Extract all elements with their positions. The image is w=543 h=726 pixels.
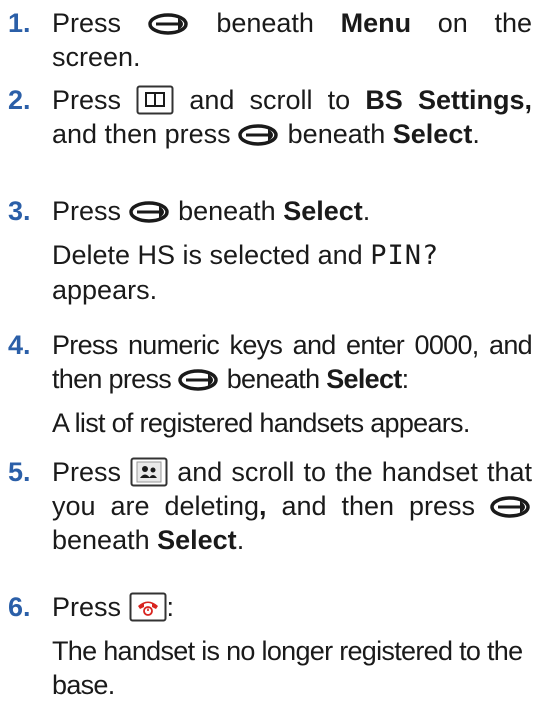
step-text-part: and scroll to	[189, 85, 351, 115]
step-text-part: .	[472, 119, 480, 149]
soft-key-icon	[148, 12, 190, 36]
select-label: Select	[283, 196, 363, 226]
step-2: 2. Press and scroll to BS Settings, and …	[0, 83, 532, 151]
step-result: A list of registered handsets appears.	[52, 408, 470, 438]
step-4: 4. Press numeric keys and enter 0000, an…	[0, 328, 533, 440]
menu-label: Menu	[340, 8, 412, 38]
step-text: Press numeric keys and enter 0000, and t…	[52, 328, 533, 396]
step-text-part: beneath	[226, 364, 320, 394]
step-result-text: appears.	[52, 275, 158, 305]
step-number: 4.	[8, 330, 31, 360]
step-number: 1.	[8, 8, 31, 38]
step-1: 1. Press beneath Menu on the screen.	[0, 6, 532, 74]
step-text-part: ,	[259, 491, 267, 521]
select-label: Select	[326, 364, 402, 394]
step-3: 3. Press beneath Select. Delete HS is se…	[0, 194, 532, 307]
soft-key-icon	[129, 200, 171, 224]
step-text-part: Press	[52, 8, 122, 38]
select-label: Select	[392, 119, 473, 149]
step-text-part: and then press	[52, 119, 231, 149]
step-text-part: beneath	[52, 525, 150, 555]
select-label: Select	[157, 525, 237, 555]
step-number: 3.	[8, 196, 31, 226]
step-text-part: :	[166, 592, 175, 622]
step-text: Press beneath Select.	[52, 194, 532, 228]
end-call-key-icon	[129, 592, 167, 622]
step-text-part: Press	[52, 196, 122, 226]
step-number: 2.	[8, 85, 31, 115]
step-text: Press and scroll to the handset that you…	[52, 455, 532, 557]
step-number: 5.	[8, 457, 31, 487]
step-text: Press beneath Menu on the screen.	[52, 6, 532, 74]
step-text: Press and scroll to BS Settings, and the…	[52, 83, 532, 151]
handset-list-key-icon	[130, 457, 168, 487]
step-text-part: beneath	[178, 196, 276, 226]
phonebook-key-icon	[136, 85, 174, 115]
soft-key-icon	[178, 368, 220, 392]
step-text-part: beneath	[287, 119, 386, 149]
soft-key-icon	[238, 123, 280, 147]
step-text-part: beneath	[216, 8, 314, 38]
step-text-part: Press	[52, 457, 122, 487]
step-text: Press :	[52, 590, 532, 624]
step-text-part: .	[236, 525, 245, 555]
bs-settings-label: BS Settings,	[365, 85, 532, 115]
step-text-part: Press	[52, 592, 122, 622]
step-result: Delete HS is selected and PIN? appears.	[52, 238, 532, 307]
step-text-part: .	[362, 196, 371, 226]
step-result: The handset is no longer registered to t…	[52, 636, 523, 700]
pin-prompt: PIN?	[370, 240, 440, 271]
step-text-part: and then press	[281, 491, 476, 521]
step-5: 5. Press and scroll to the handset that …	[0, 455, 532, 557]
step-text-part: Press	[52, 85, 122, 115]
step-number: 6.	[8, 592, 31, 622]
step-result-text: Delete HS is selected and	[52, 240, 363, 270]
soft-key-icon	[490, 495, 532, 519]
step-text-part: :	[401, 364, 409, 394]
step-6: 6. Press : The handset is no longer regi…	[0, 590, 532, 702]
